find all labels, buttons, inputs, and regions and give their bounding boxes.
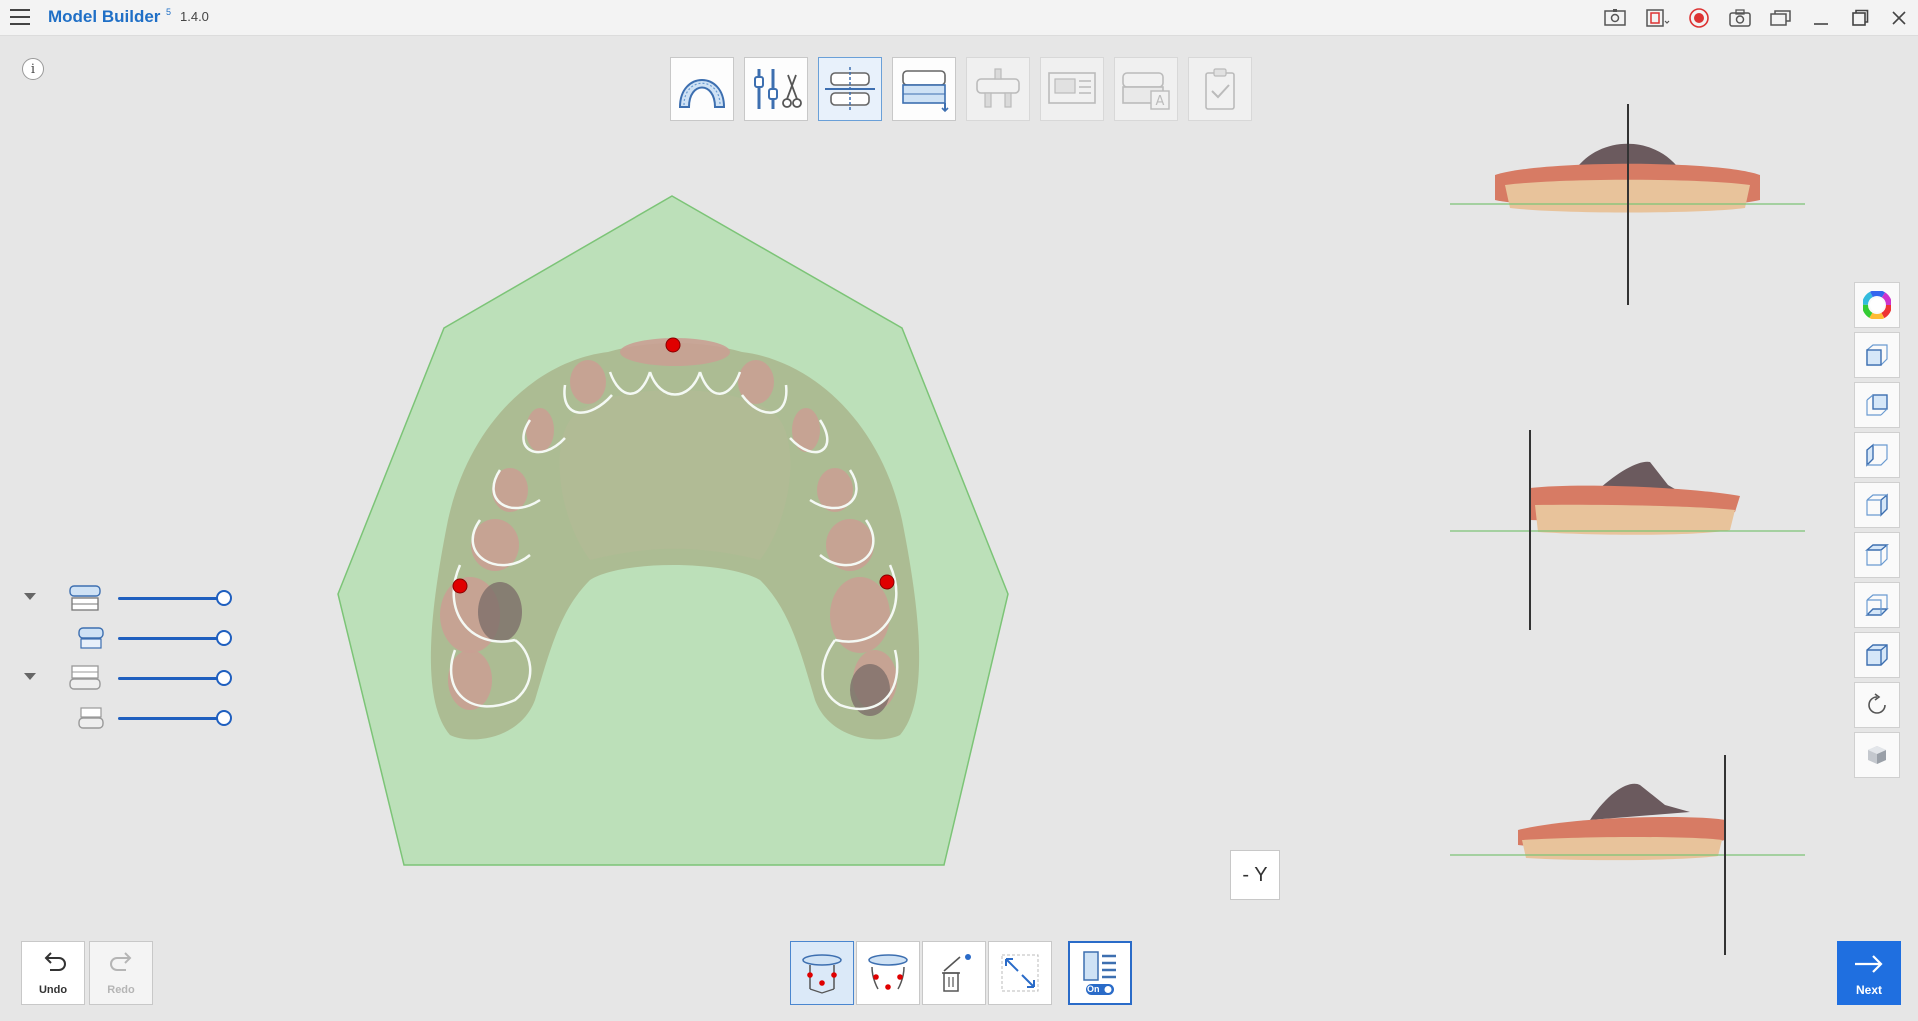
camera-icon[interactable] <box>1727 6 1753 30</box>
right-view-icon <box>1866 493 1888 517</box>
model-viewport <box>337 104 1805 955</box>
front-view-button[interactable] <box>1854 332 1900 378</box>
trim-step-icon <box>754 69 802 109</box>
step-alignment-button[interactable] <box>818 57 882 121</box>
panel-toggle-icon <box>1083 951 1116 995</box>
record-icon[interactable] <box>1686 6 1712 30</box>
scan-image-icon[interactable] <box>1602 6 1628 30</box>
iso-view-button[interactable] <box>1854 632 1900 678</box>
resize-button[interactable] <box>988 941 1052 1005</box>
step-check-button <box>1188 57 1252 121</box>
panel-toggle-state: On <box>1087 984 1100 994</box>
bottom-view-button[interactable] <box>1854 582 1900 628</box>
step-label-button <box>1040 57 1104 121</box>
text-step-icon: A <box>1122 72 1170 110</box>
expand-arrow-icon[interactable] <box>24 593 36 600</box>
app-version: 1.4.0 <box>180 9 209 24</box>
alignment-step-icon <box>825 67 875 111</box>
check-step-icon <box>1205 68 1235 110</box>
cube-icon <box>1868 746 1886 764</box>
bottom-view-icon <box>1865 594 1889 616</box>
layer-row-upper-model <box>24 623 244 653</box>
multi-window-icon[interactable] <box>1768 6 1794 30</box>
back-view-button[interactable] <box>1854 382 1900 428</box>
window-record-icon[interactable] <box>1646 6 1672 30</box>
reference-point-right-molar[interactable] <box>452 578 468 594</box>
top-view-button[interactable] <box>1854 532 1900 578</box>
panel-toggle-button[interactable]: On <box>1068 941 1132 1005</box>
back-preview <box>1450 755 1805 955</box>
lower-jaw-model-icon[interactable] <box>76 703 106 733</box>
back-view-icon <box>1866 394 1888 416</box>
upper-model-opacity-slider[interactable] <box>118 637 228 640</box>
arrow-right-icon <box>1855 955 1883 973</box>
step-text-button: A <box>1114 57 1178 121</box>
upper-model-opacity-thumb[interactable] <box>216 630 232 646</box>
upper-arch-model <box>430 338 920 740</box>
reset-rotation-button[interactable] <box>1854 682 1900 728</box>
step-trim-button[interactable] <box>744 57 808 121</box>
front-preview <box>1450 104 1805 305</box>
lower-model-opacity-slider[interactable] <box>118 717 228 720</box>
color-wheel-icon <box>1863 291 1891 319</box>
upper-group-opacity-slider[interactable] <box>118 597 228 600</box>
menu-icon[interactable] <box>10 8 32 26</box>
reference-point-incisal[interactable] <box>665 337 681 353</box>
title-bar: Model Builder 5 1.4.0 <box>0 0 1918 36</box>
version-mark: 5 <box>166 7 172 17</box>
left-view-button[interactable] <box>1854 432 1900 478</box>
step-pin-button <box>966 57 1030 121</box>
layer-row-lower-model <box>24 703 244 733</box>
color-wheel-button[interactable] <box>1854 282 1900 328</box>
label-step-icon <box>1048 72 1096 104</box>
svg-text:A: A <box>1156 94 1165 109</box>
undo-icon <box>44 952 66 971</box>
app-title: Model Builder <box>48 7 161 26</box>
occlusal-plane <box>337 195 1009 866</box>
upper-group-opacity-thumb[interactable] <box>216 590 232 606</box>
left-view-icon <box>1866 443 1888 467</box>
resize-icon <box>1001 954 1039 992</box>
redo-label: Redo <box>107 984 135 996</box>
reference-point-left-molar[interactable] <box>879 574 895 590</box>
delete-points-button[interactable] <box>922 941 986 1005</box>
front-view-icon <box>1866 344 1888 366</box>
step-arch-button[interactable] <box>670 57 734 121</box>
lower-group-opacity-slider[interactable] <box>118 677 228 680</box>
minimize-icon[interactable] <box>1808 6 1834 30</box>
restore-icon[interactable] <box>1847 6 1873 30</box>
iso-view-icon <box>1866 644 1888 666</box>
redo-icon <box>110 952 132 971</box>
redo-button: Redo <box>89 941 153 1005</box>
lower-model-opacity-thumb[interactable] <box>216 710 232 726</box>
reset-rotation-icon <box>1868 693 1886 714</box>
plane-points-button[interactable] <box>856 941 920 1005</box>
base-step-icon <box>902 70 949 113</box>
layer-row-upper-group <box>24 583 244 613</box>
axis-indicator[interactable]: - Y <box>1230 850 1280 900</box>
lower-group-opacity-thumb[interactable] <box>216 670 232 686</box>
three-point-plane-icon <box>802 954 842 994</box>
right-view-button[interactable] <box>1854 482 1900 528</box>
top-view-icon <box>1865 544 1889 566</box>
undo-label: Undo <box>38 984 68 996</box>
undo-button[interactable]: Undo <box>21 941 85 1005</box>
next-button[interactable]: Next <box>1837 941 1901 1005</box>
expand-arrow-icon[interactable] <box>24 673 36 680</box>
plane-points-icon <box>868 954 908 990</box>
step-base-button[interactable] <box>892 57 956 121</box>
layer-row-lower-group <box>24 663 244 693</box>
arch-step-icon <box>678 79 726 108</box>
close-icon[interactable] <box>1886 6 1912 30</box>
three-point-plane-button[interactable] <box>790 941 854 1005</box>
pin-step-icon <box>976 68 1020 108</box>
lower-jaw-group-icon[interactable] <box>68 663 102 693</box>
delete-points-icon <box>942 954 971 992</box>
info-button[interactable]: i <box>22 58 44 80</box>
next-label: Next <box>1855 983 1882 997</box>
upper-jaw-group-icon[interactable] <box>68 583 102 613</box>
upper-jaw-model-icon[interactable] <box>76 623 106 653</box>
cube-button[interactable] <box>1854 732 1900 778</box>
side-preview <box>1450 430 1805 630</box>
